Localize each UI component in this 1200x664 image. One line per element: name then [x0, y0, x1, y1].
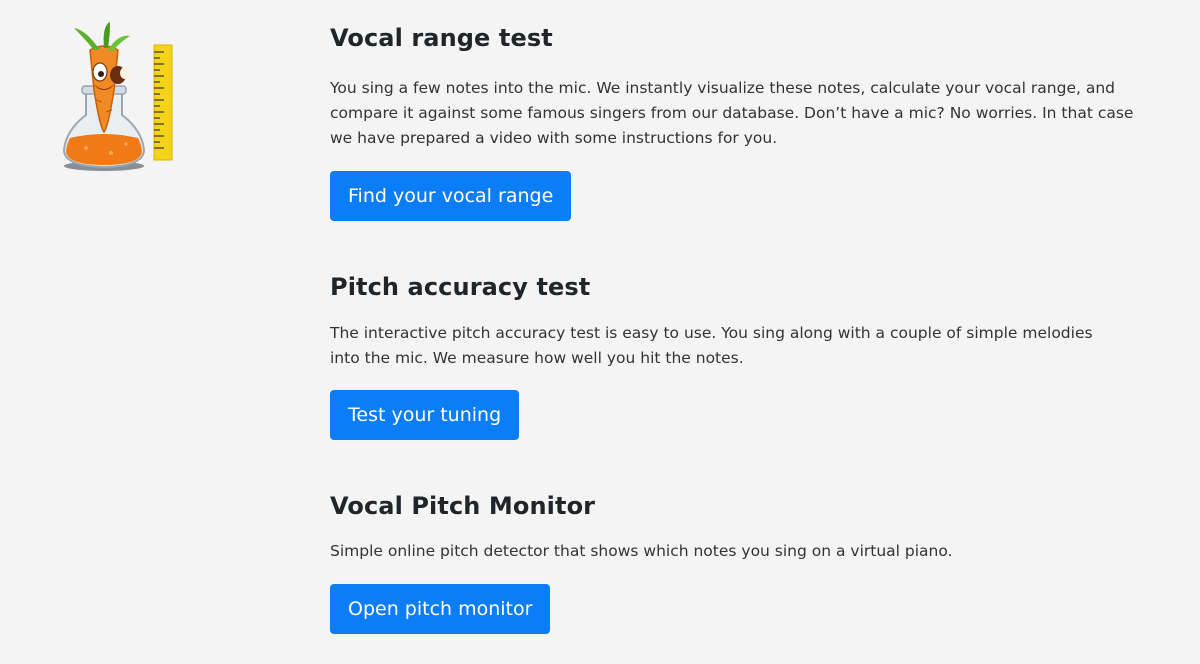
- vocal-range-section: Vocal range test You sing a few notes in…: [330, 22, 1140, 221]
- pitch-accuracy-description: The interactive pitch accuracy test is e…: [330, 324, 1093, 367]
- pitch-accuracy-title: Pitch accuracy test: [330, 273, 591, 301]
- pitch-monitor-description: Simple online pitch detector that shows …: [330, 542, 953, 560]
- vocal-range-description: You sing a few notes into the mic. We in…: [330, 79, 1134, 147]
- page: Vocal range test You sing a few notes in…: [0, 0, 1200, 664]
- vocal-range-title: Vocal range test: [330, 24, 553, 52]
- pitch-monitor-section: Vocal Pitch Monitor Simple online pitch …: [330, 490, 1140, 634]
- find-vocal-range-button[interactable]: Find your vocal range: [330, 171, 572, 221]
- pitch-monitor-title: Vocal Pitch Monitor: [330, 492, 596, 520]
- pitch-accuracy-section: Pitch accuracy test The interactive pitc…: [330, 271, 1140, 440]
- carrot-singer-mascot-icon: [62, 22, 173, 171]
- test-tuning-button[interactable]: Test your tuning: [330, 390, 520, 440]
- open-pitch-monitor-button[interactable]: Open pitch monitor: [330, 584, 551, 634]
